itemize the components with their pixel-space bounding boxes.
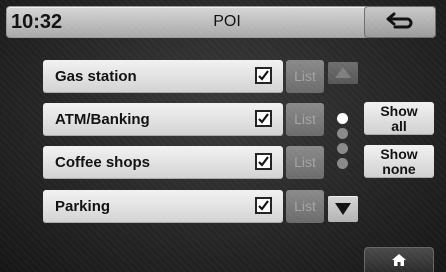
page-title: POI bbox=[213, 13, 241, 30]
checkmark-icon bbox=[258, 70, 269, 81]
page-indicator-dot bbox=[337, 143, 348, 154]
back-arrow-icon bbox=[385, 11, 415, 34]
checkbox[interactable] bbox=[255, 197, 272, 214]
page-indicator-dot bbox=[337, 128, 348, 139]
show-all-label: Show all bbox=[380, 102, 418, 134]
checkbox[interactable] bbox=[255, 153, 272, 170]
poi-item-label: Coffee shops bbox=[55, 154, 151, 171]
clock: 10:32 bbox=[11, 11, 63, 33]
show-all-button[interactable]: Show all bbox=[364, 102, 434, 135]
home-button[interactable] bbox=[364, 247, 434, 272]
poi-screen: 10:32 POI Gas station List ATM/Banking L… bbox=[0, 0, 446, 272]
show-none-button[interactable]: Show none bbox=[364, 145, 434, 178]
poi-row: Gas station List bbox=[43, 60, 324, 93]
checkmark-icon bbox=[258, 156, 269, 167]
poi-item-parking[interactable]: Parking bbox=[43, 190, 283, 223]
poi-row: Parking List bbox=[43, 190, 324, 223]
checkmark-icon bbox=[258, 113, 269, 124]
poi-item-gas-station[interactable]: Gas station bbox=[43, 60, 283, 93]
poi-item-label: Parking bbox=[55, 198, 111, 215]
poi-item-label: ATM/Banking bbox=[55, 111, 150, 128]
page-indicator-dot bbox=[337, 158, 348, 169]
checkbox[interactable] bbox=[255, 67, 272, 84]
poi-row: Coffee shops List bbox=[43, 146, 324, 179]
back-button[interactable] bbox=[364, 6, 436, 38]
poi-item-label: Gas station bbox=[55, 68, 137, 85]
poi-item-atm-banking[interactable]: ATM/Banking bbox=[43, 103, 283, 136]
list-button[interactable]: List bbox=[286, 190, 324, 223]
checkmark-icon bbox=[258, 200, 269, 211]
scroll-down-button[interactable] bbox=[328, 196, 358, 222]
list-button[interactable]: List bbox=[286, 60, 324, 93]
header-bar: 10:32 POI bbox=[6, 6, 436, 38]
scroll-up-button[interactable] bbox=[328, 62, 358, 84]
home-icon bbox=[392, 254, 406, 266]
poi-item-coffee-shops[interactable]: Coffee shops bbox=[43, 146, 283, 179]
triangle-down-icon bbox=[335, 203, 351, 215]
list-button[interactable]: List bbox=[286, 103, 324, 136]
show-none-label: Show none bbox=[380, 145, 418, 177]
triangle-up-icon bbox=[335, 67, 351, 78]
poi-row: ATM/Banking List bbox=[43, 103, 324, 136]
list-button[interactable]: List bbox=[286, 146, 324, 179]
page-indicator-dot-active bbox=[337, 113, 348, 124]
checkbox[interactable] bbox=[255, 110, 272, 127]
